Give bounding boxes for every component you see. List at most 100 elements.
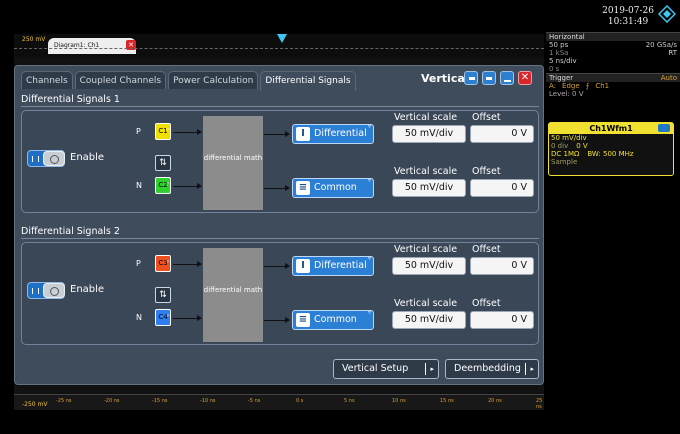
swap-icon[interactable]: ⇅ <box>155 155 171 171</box>
toggle-on-icon <box>32 288 39 294</box>
separator <box>525 363 526 375</box>
n-label: N <box>136 181 142 190</box>
xaxis-tick-label: 5 ns <box>344 398 355 404</box>
vertical-scale-label: Vertical scale <box>394 298 458 309</box>
corner-indicator: ▿ <box>166 259 169 265</box>
acq-mode: RT <box>668 49 677 57</box>
output-label: Differential <box>314 128 367 139</box>
corner-indicator: ▿ <box>166 313 169 319</box>
channel-coupling: DC 1MΩ BW: 500 MHz <box>549 150 673 158</box>
tab-coupled-channels[interactable]: Coupled Channels <box>74 71 167 89</box>
divider <box>21 106 539 107</box>
dialog-tabs: Channels Coupled Channels Power Calculatio… <box>21 71 358 91</box>
back-icon[interactable] <box>464 71 478 85</box>
corner-indicator: ▿ <box>367 309 371 316</box>
vertical-scale-field[interactable]: 50 mV/div <box>392 257 466 275</box>
horizontal-header[interactable]: Horizontal <box>546 32 680 41</box>
common-mode-icon: ≡ <box>296 181 310 195</box>
p-channel-selector[interactable]: C1 ▿ <box>155 123 171 140</box>
trigger-type: Edge <box>562 82 580 90</box>
arrow-icon <box>264 131 290 137</box>
horizontal-row: 5 ns/div <box>546 57 680 65</box>
n-channel-selector[interactable]: C4 ▿ <box>155 309 171 326</box>
corner-indicator: ▿ <box>367 123 371 130</box>
vertical-scale-field[interactable]: 50 mV/div <box>392 179 466 197</box>
channel-bandwidth: BW: 500 MHz <box>587 150 634 158</box>
arrow-icon <box>173 183 202 189</box>
channel-acq-mode: Sample <box>551 158 578 166</box>
channel-coupling-value: DC 1MΩ <box>551 150 580 158</box>
p-channel-selector[interactable]: C3 ▿ <box>155 255 171 272</box>
channel-offset-div: 0 div <box>551 142 569 150</box>
minimize-icon[interactable] <box>500 71 514 85</box>
deembedding-button[interactable]: Deembedding ▸ <box>445 359 539 379</box>
channel-acq: Sample <box>549 158 673 166</box>
enable-toggle[interactable] <box>27 282 65 299</box>
vertical-scale-field[interactable]: 50 mV/div <box>392 125 466 143</box>
xaxis-tick-label: 10 ns <box>392 398 406 404</box>
vertical-scale-label: Vertical scale <box>394 166 458 177</box>
differential-icon: I <box>296 127 310 141</box>
section-title: Differential Signals 1 <box>21 94 120 105</box>
differential-icon: I <box>296 259 310 273</box>
differential-math-block: differential math <box>203 248 263 342</box>
output-common-button[interactable]: ≡ Common ▿ <box>292 309 374 330</box>
corner-indicator: ▿ <box>166 181 169 187</box>
output-differential-button[interactable]: I Differential ▿ <box>292 123 374 144</box>
vertical-setup-button[interactable]: Vertical Setup ▸ <box>333 359 439 379</box>
trigger-mode: Auto <box>660 74 677 82</box>
trigger-channel: Ch1 <box>595 82 610 90</box>
output-differential-button[interactable]: I Differential ▿ <box>292 255 374 276</box>
datetime-display: 2019-07-26 10:31:49 <box>602 6 654 28</box>
channel-offset: 0 div 0 V <box>549 142 673 150</box>
divider <box>21 238 539 239</box>
vertical-scale-label: Vertical scale <box>394 244 458 255</box>
channel-menu-icon[interactable] <box>658 124 670 132</box>
trigger-position-marker[interactable] <box>277 34 287 43</box>
trigger-header[interactable]: Trigger Auto <box>546 73 680 82</box>
channel-offset-value: 0 V <box>576 142 588 150</box>
arrow-icon <box>264 317 290 323</box>
p-label: P <box>136 127 141 136</box>
differential-signals-panel: Enable P C1 ▿ ⇅ N C2 ▿ differential math Vertical… <box>21 110 539 213</box>
offset-label: Offset <box>472 112 501 123</box>
xaxis-tick-label: -15 ns <box>152 398 168 404</box>
vertical-scale-field[interactable]: 50 mV/div <box>392 311 466 329</box>
common-mode-icon: ≡ <box>296 313 310 327</box>
record-length: 1 kSa <box>549 49 569 57</box>
xaxis-tick-label: 0 s <box>296 398 304 404</box>
tab-differential-signals[interactable]: Differential Signals <box>260 71 356 91</box>
offset-field[interactable]: 0 V <box>470 311 534 329</box>
arrow-icon <box>264 185 290 191</box>
time-text: 10:31:49 <box>607 17 649 27</box>
trigger-source: A: <box>549 82 557 90</box>
xaxis-tick-label: 25 ns <box>536 398 543 410</box>
brand-logo-icon[interactable] <box>658 5 676 23</box>
xaxis-level-label: -250 mV <box>22 401 48 408</box>
separator <box>425 363 426 375</box>
corner-indicator: ▿ <box>367 255 371 262</box>
horizontal-position: 0 s <box>549 65 560 73</box>
differential-math-block: differential math <box>203 116 263 210</box>
offset-field[interactable]: 0 V <box>470 257 534 275</box>
horizontal-row: 1 kSa RT <box>546 49 680 57</box>
enable-toggle[interactable] <box>27 150 65 167</box>
output-common-button[interactable]: ≡ Common ▿ <box>292 177 374 198</box>
offset-field[interactable]: 0 V <box>470 179 534 197</box>
swap-icon[interactable]: ⇅ <box>155 287 171 303</box>
tab-power-calculation[interactable]: Power Calculation <box>168 71 259 89</box>
corner-indicator: ▿ <box>166 127 169 133</box>
time-scale: 50 ps <box>549 41 569 49</box>
math-label: differential math <box>203 286 263 294</box>
close-icon[interactable]: ✕ <box>518 71 532 85</box>
channel-card[interactable]: Ch1Wfm1 50 mV/div 0 div 0 V DC 1MΩ BW: 500… <box>548 122 674 176</box>
enable-label: Enable <box>70 152 105 163</box>
toggle-on-icon <box>32 156 39 162</box>
reference-line <box>14 48 544 49</box>
tab-channels[interactable]: Channels <box>21 71 73 89</box>
deembedding-label: Deembedding <box>454 363 521 374</box>
forward-icon[interactable] <box>482 71 496 85</box>
offset-field[interactable]: 0 V <box>470 125 534 143</box>
diagram-tab[interactable]: Diagram1: Ch1 ✕ <box>48 38 136 54</box>
n-channel-selector[interactable]: C2 ▿ <box>155 177 171 194</box>
